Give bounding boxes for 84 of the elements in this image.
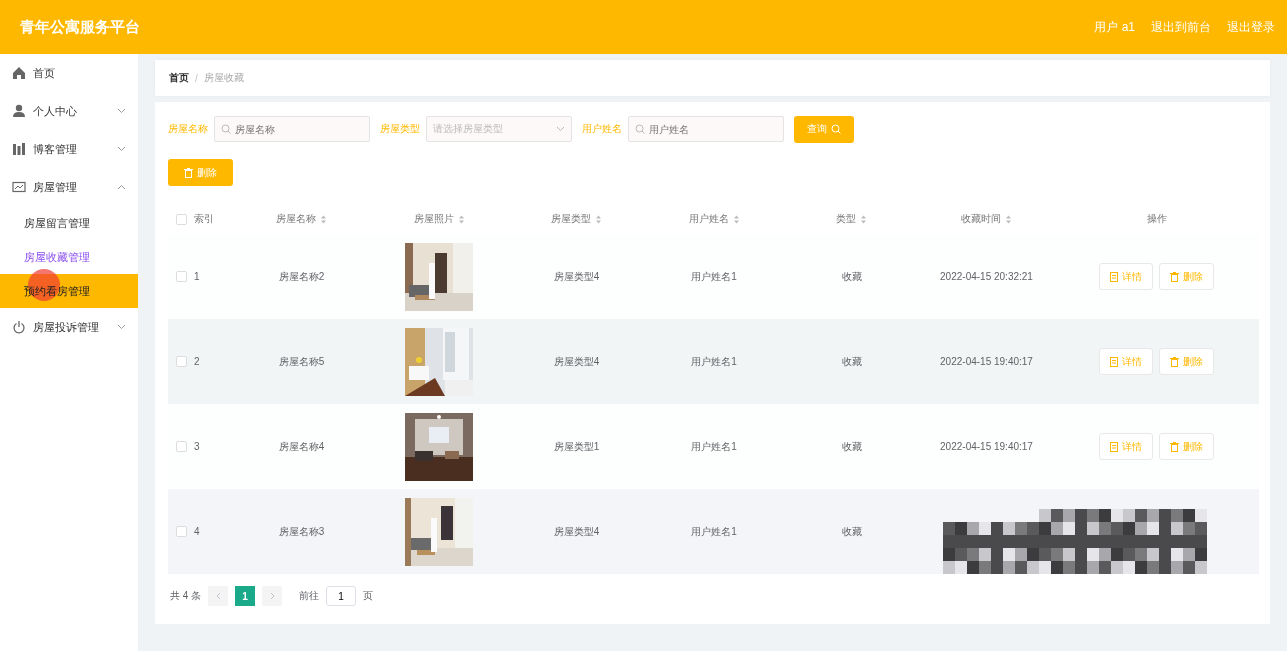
column-header: 索引 (194, 212, 214, 226)
sidebar-item[interactable]: 房屋管理 (0, 168, 138, 206)
column-header: 收藏时间 (961, 212, 1001, 226)
trash-icon (1170, 356, 1179, 367)
sidebar-item[interactable]: 博客管理 (0, 130, 138, 168)
table-cell: 房屋名称5 (278, 354, 325, 369)
table-cell: 3 (194, 441, 200, 452)
trash-icon (184, 167, 193, 178)
column-header: 操作 (1146, 212, 1167, 226)
sidebar-item[interactable]: 首页 (0, 54, 138, 92)
checkbox[interactable] (175, 526, 187, 537)
checkbox[interactable] (175, 441, 187, 452)
sort-icon (320, 214, 327, 224)
search-field[interactable]: 用户姓名 (628, 116, 784, 142)
search-field[interactable]: 房屋名称 (214, 116, 370, 142)
search-icon (831, 124, 841, 134)
table-cell: 2022-04-15 19:40:17 (940, 356, 1033, 367)
home-icon (12, 66, 26, 80)
table-cell: 房屋名称3 (278, 524, 325, 539)
column-header: 房屋照片 (413, 212, 454, 226)
breadcrumb-separator: / (195, 72, 198, 84)
search-icon (635, 124, 645, 134)
trash-icon (1170, 271, 1179, 282)
chevron-left-icon (215, 592, 221, 600)
next-page-button[interactable] (262, 586, 283, 606)
checkbox[interactable] (175, 271, 187, 282)
chevron-right-icon (269, 592, 275, 600)
table-cell: 收藏 (841, 269, 862, 284)
table-cell: 房屋名称4 (278, 439, 325, 454)
checkbox[interactable] (175, 356, 187, 367)
app-title: 青年公寓服务平台 (20, 17, 140, 37)
sort-icon (595, 214, 602, 224)
document-icon (1110, 356, 1118, 367)
power-icon (12, 320, 26, 334)
column-header: 类型 (836, 212, 856, 226)
bar-chart-icon (12, 142, 26, 156)
page-input[interactable]: 1 (326, 586, 357, 606)
table-cell: 2022-04-15 20:32:21 (940, 271, 1033, 282)
chart-icon (12, 180, 26, 194)
table-cell: 用户姓名1 (691, 524, 737, 539)
sort-icon (457, 214, 465, 224)
goto-label: 前往 (299, 589, 320, 603)
document-icon (1110, 441, 1118, 452)
table-cell: 2022-04-15 19:40:17 (940, 441, 1033, 452)
document-icon (1110, 271, 1118, 282)
prev-page-button[interactable] (208, 586, 229, 606)
table-cell: 房屋类型1 (553, 439, 600, 454)
field-label: 房屋类型 (380, 122, 420, 136)
table-cell: 房屋类型4 (553, 524, 600, 539)
sidebar-item[interactable]: 个人中心 (0, 92, 138, 130)
table-cell: 1 (194, 271, 200, 282)
breadcrumb-item: 房屋收藏 (203, 71, 244, 85)
user-icon (12, 104, 26, 118)
checkbox[interactable] (175, 213, 187, 225)
page-unit: 页 (363, 589, 374, 603)
breadcrumb-item[interactable]: 首页 (169, 71, 189, 85)
table-cell: 房屋类型4 (553, 354, 600, 369)
submenu-item[interactable]: 房屋收藏管理 (0, 240, 138, 274)
field-label: 用户姓名 (582, 122, 622, 136)
sort-icon (732, 214, 740, 224)
submenu-item[interactable]: 房屋留言管理 (0, 206, 138, 240)
table-cell: 用户姓名1 (691, 439, 737, 454)
page-button[interactable]: 1 (235, 586, 256, 606)
table-cell: 2 (194, 356, 200, 367)
sort-icon (1005, 214, 1012, 224)
column-header: 用户姓名 (688, 212, 729, 226)
sort-icon (860, 214, 867, 224)
search-icon (221, 124, 231, 134)
table-cell: 收藏 (841, 354, 862, 369)
table-cell: 收藏 (841, 524, 862, 539)
trash-icon (1170, 441, 1179, 452)
total-count: 共 4 条 (170, 589, 202, 603)
table-cell: 用户姓名1 (691, 354, 737, 369)
column-header: 房屋类型 (551, 212, 591, 226)
table-cell: 收藏 (841, 439, 862, 454)
field-label: 房屋名称 (168, 122, 208, 136)
sidebar-item[interactable]: 房屋投诉管理 (0, 308, 138, 346)
submenu-item[interactable]: 预约看房管理 (0, 274, 138, 308)
table-cell: 4 (194, 526, 200, 537)
chevron-down-icon (556, 126, 565, 132)
table-cell: 用户姓名1 (691, 269, 737, 284)
table-cell: 房屋类型4 (553, 269, 600, 284)
table-cell: 房屋名称2 (278, 269, 325, 284)
column-header: 房屋名称 (276, 212, 316, 226)
